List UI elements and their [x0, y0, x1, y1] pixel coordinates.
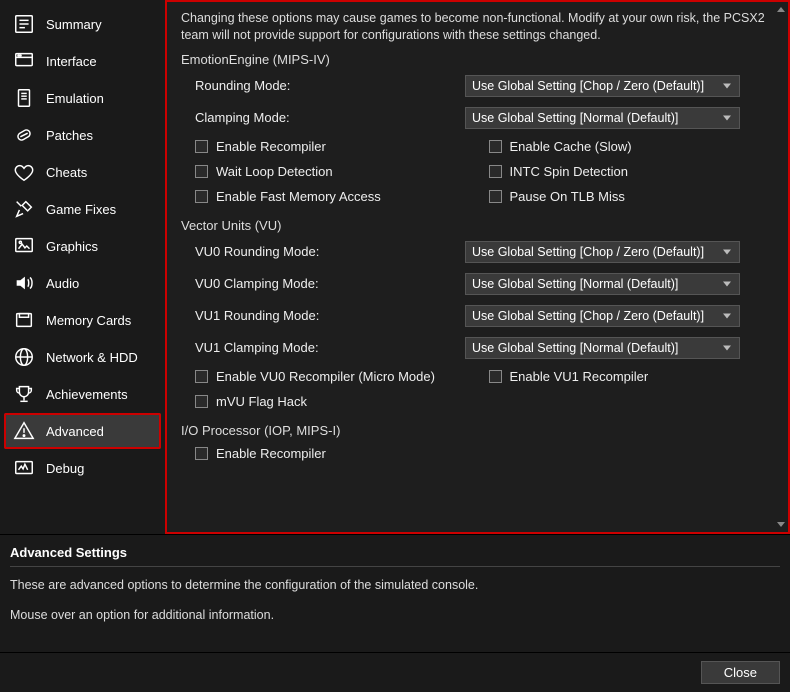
patches-icon — [12, 123, 36, 147]
sidebar-item-patches[interactable]: Patches — [4, 117, 161, 153]
sidebar-item-debug[interactable]: Debug — [4, 450, 161, 486]
sidebar-item-advanced[interactable]: Advanced — [4, 413, 161, 449]
sidebar-item-label: Summary — [46, 17, 102, 32]
check-label: mVU Flag Hack — [216, 394, 307, 409]
sidebar-item-memorycards[interactable]: Memory Cards — [4, 302, 161, 338]
achievements-icon — [12, 382, 36, 406]
sidebar-item-label: Memory Cards — [46, 313, 131, 328]
cheats-icon — [12, 160, 36, 184]
ee-enable-recompiler-check[interactable] — [195, 140, 208, 153]
vu1-rounding-label: VU1 Rounding Mode: — [195, 308, 465, 323]
sidebar: Summary Interface Emulation Patches Chea… — [0, 0, 165, 534]
vu1-clamping-select[interactable]: Use Global Setting [Normal (Default)] — [465, 337, 740, 359]
group-ee-title: EmotionEngine (MIPS-IV) — [181, 52, 774, 67]
ee-intc-spin-check[interactable] — [489, 165, 502, 178]
info-title: Advanced Settings — [10, 545, 780, 560]
emulation-icon — [12, 86, 36, 110]
sidebar-item-label: Emulation — [46, 91, 104, 106]
graphics-icon — [12, 234, 36, 258]
sidebar-item-gamefixes[interactable]: Game Fixes — [4, 191, 161, 227]
sidebar-item-summary[interactable]: Summary — [4, 6, 161, 42]
warning-text: Changing these options may cause games t… — [181, 10, 774, 44]
network-icon — [12, 345, 36, 369]
mvu-flag-hack-check[interactable] — [195, 395, 208, 408]
check-label: INTC Spin Detection — [510, 164, 629, 179]
sidebar-item-label: Cheats — [46, 165, 87, 180]
ee-rounding-select[interactable]: Use Global Setting [Chop / Zero (Default… — [465, 75, 740, 97]
summary-icon — [12, 12, 36, 36]
memorycards-icon — [12, 308, 36, 332]
footer: Close — [0, 652, 790, 692]
check-label: Enable Recompiler — [216, 139, 326, 154]
check-label: Enable VU0 Recompiler (Micro Mode) — [216, 369, 435, 384]
vu1-clamping-label: VU1 Clamping Mode: — [195, 340, 465, 355]
ee-rounding-label: Rounding Mode: — [195, 78, 465, 93]
advanced-icon — [12, 419, 36, 443]
check-label: Enable Cache (Slow) — [510, 139, 632, 154]
vu0-clamping-label: VU0 Clamping Mode: — [195, 276, 465, 291]
sidebar-item-label: Debug — [46, 461, 84, 476]
sidebar-item-label: Achievements — [46, 387, 128, 402]
sidebar-item-label: Advanced — [46, 424, 104, 439]
scroll-down-icon[interactable] — [775, 519, 786, 530]
check-label: Pause On TLB Miss — [510, 189, 625, 204]
ee-wait-loop-check[interactable] — [195, 165, 208, 178]
sidebar-item-network[interactable]: Network & HDD — [4, 339, 161, 375]
vu0-rounding-select[interactable]: Use Global Setting [Chop / Zero (Default… — [465, 241, 740, 263]
check-label: Enable Recompiler — [216, 446, 326, 461]
scroll-up-icon[interactable] — [775, 4, 786, 15]
check-label: Enable VU1 Recompiler — [510, 369, 649, 384]
group-iop-title: I/O Processor (IOP, MIPS-I) — [181, 423, 774, 438]
sidebar-item-label: Graphics — [46, 239, 98, 254]
vu1-rounding-select[interactable]: Use Global Setting [Chop / Zero (Default… — [465, 305, 740, 327]
info-line2: Mouse over an option for additional info… — [10, 607, 780, 623]
close-button[interactable]: Close — [701, 661, 780, 684]
main-scroll[interactable]: Changing these options may cause games t… — [167, 2, 788, 532]
ee-clamping-label: Clamping Mode: — [195, 110, 465, 125]
sidebar-item-label: Audio — [46, 276, 79, 291]
check-label: Wait Loop Detection — [216, 164, 333, 179]
vu0-clamping-select[interactable]: Use Global Setting [Normal (Default)] — [465, 273, 740, 295]
sidebar-item-achievements[interactable]: Achievements — [4, 376, 161, 412]
sidebar-item-cheats[interactable]: Cheats — [4, 154, 161, 190]
sidebar-item-emulation[interactable]: Emulation — [4, 80, 161, 116]
ee-pause-tlb-check[interactable] — [489, 190, 502, 203]
audio-icon — [12, 271, 36, 295]
vu0-recompiler-check[interactable] — [195, 370, 208, 383]
debug-icon — [12, 456, 36, 480]
ee-fast-mem-check[interactable] — [195, 190, 208, 203]
iop-recompiler-check[interactable] — [195, 447, 208, 460]
sidebar-item-graphics[interactable]: Graphics — [4, 228, 161, 264]
interface-icon — [12, 49, 36, 73]
gamefixes-icon — [12, 197, 36, 221]
vu0-rounding-label: VU0 Rounding Mode: — [195, 244, 465, 259]
check-label: Enable Fast Memory Access — [216, 189, 381, 204]
info-separator — [10, 566, 780, 567]
ee-enable-cache-check[interactable] — [489, 140, 502, 153]
vu1-recompiler-check[interactable] — [489, 370, 502, 383]
sidebar-item-label: Game Fixes — [46, 202, 116, 217]
info-panel: Advanced Settings These are advanced opt… — [0, 534, 790, 652]
sidebar-item-interface[interactable]: Interface — [4, 43, 161, 79]
ee-clamping-select[interactable]: Use Global Setting [Normal (Default)] — [465, 107, 740, 129]
group-vu-title: Vector Units (VU) — [181, 218, 774, 233]
sidebar-item-audio[interactable]: Audio — [4, 265, 161, 301]
sidebar-item-label: Patches — [46, 128, 93, 143]
info-line1: These are advanced options to determine … — [10, 577, 780, 593]
sidebar-item-label: Network & HDD — [46, 350, 138, 365]
sidebar-item-label: Interface — [46, 54, 97, 69]
main-panel: Changing these options may cause games t… — [165, 0, 790, 534]
